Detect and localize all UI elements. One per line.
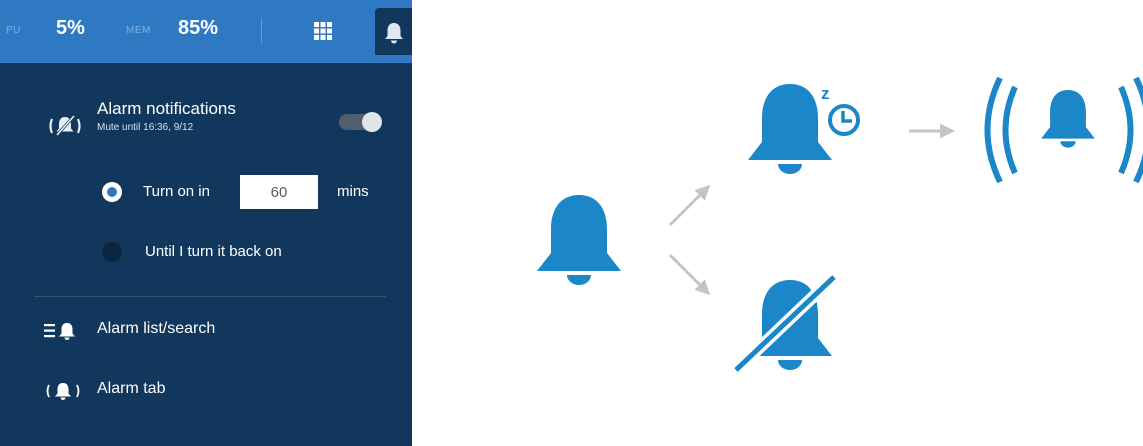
cpu-label: PU (6, 25, 21, 36)
bell-snooze-clock-icon: z (748, 84, 864, 174)
until-turned-back-on-radio[interactable] (102, 242, 122, 262)
mem-label: MEM (126, 25, 151, 36)
grid-icon[interactable] (314, 22, 332, 40)
bell-muted-icon (729, 270, 841, 377)
snooze-letter: z (821, 84, 830, 103)
menu-item-label: Alarm tab (97, 380, 166, 397)
toggle-knob (362, 112, 382, 132)
alarm-tab-icon (46, 383, 80, 400)
turn-on-in-label: Turn on in (143, 183, 210, 200)
minutes-unit-label: mins (337, 183, 369, 200)
menu-item-alarm-tab[interactable]: Alarm tab (0, 370, 412, 410)
menu-item-alarm-list[interactable]: Alarm list/search (0, 310, 412, 350)
arrow-to-muted (668, 253, 711, 296)
notifications-button[interactable] (375, 8, 412, 55)
alarm-list-icon (44, 323, 75, 340)
status-topbar: PU 5% MEM 85% (0, 0, 412, 63)
bell-ringing-icon (984, 76, 1143, 184)
alarm-state-diagram: z (537, 76, 1143, 377)
bell-icon (385, 23, 403, 44)
bell-icon (537, 195, 621, 285)
bell-muted-icon (49, 114, 81, 137)
turn-on-in-radio[interactable] (102, 182, 122, 202)
mute-until-text: Mute until 16:36, 9/12 (97, 122, 194, 133)
until-turned-back-on-label: Until I turn it back on (145, 243, 282, 260)
arrow-to-snooze (668, 184, 711, 227)
topbar-divider (261, 18, 262, 44)
alarm-notifications-title: Alarm notifications (97, 99, 236, 118)
panel-divider (34, 296, 386, 297)
cpu-value: 5% (56, 17, 85, 39)
alarm-panel: PU 5% MEM 85% Alarm notifications Mute u… (0, 0, 412, 446)
alarm-notifications-toggle[interactable] (339, 112, 382, 132)
mem-value: 85% (178, 17, 219, 39)
minutes-input[interactable] (240, 175, 318, 209)
menu-item-label: Alarm list/search (97, 320, 216, 337)
